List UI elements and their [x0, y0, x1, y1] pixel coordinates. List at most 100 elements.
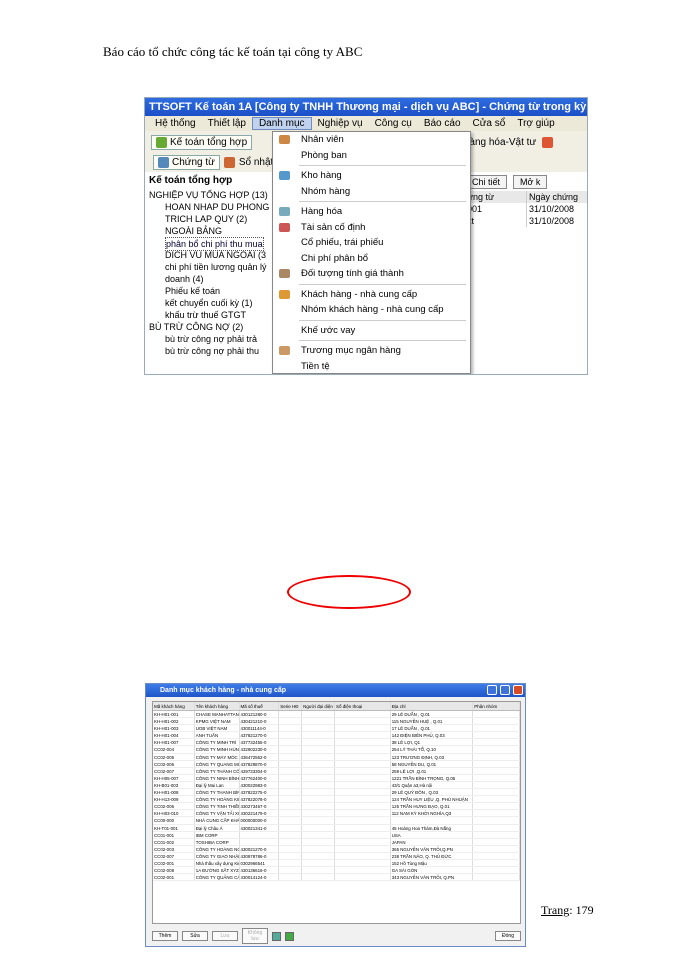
- table-row[interactable]: KH-H03-010 CÔNG TY VẬN TẢI XUY 430221479-0…: [153, 810, 520, 818]
- dropdown-menu-item[interactable]: Nhóm hàng: [273, 184, 470, 200]
- customer-window-title: Danh mục khách hàng - nhà cung cấp: [146, 684, 525, 697]
- table-cell: [335, 796, 391, 803]
- column-header[interactable]: Số điện thoại: [335, 702, 391, 710]
- save-button[interactable]: Lưu: [212, 931, 238, 941]
- close-icon[interactable]: [513, 685, 523, 695]
- table-row[interactable]: KH-H01-004 ANH TUẤN 437821270-0 142 ĐIỆN BI…: [153, 732, 520, 740]
- table-cell: [279, 753, 303, 760]
- table-cell: 437821270-0: [240, 732, 280, 739]
- table-row[interactable]: CC02-006CÔNG TY QUANG MINH437829870-0 58 …: [153, 760, 520, 768]
- table-cell: [473, 739, 520, 746]
- discard-button[interactable]: Không lưu: [242, 928, 268, 944]
- table-row[interactable]: KH-H01-002 KPMG VIỆT NAM 430421210-0 115 NG…: [153, 718, 520, 726]
- menu-item[interactable]: Công cụ: [369, 118, 418, 129]
- table-row[interactable]: CC02-008 1A ĐƯỜNG SẮT XYZ 430136616-0 GA SÀ…: [153, 867, 520, 875]
- menu-item[interactable]: Nghiệp vụ: [312, 118, 369, 129]
- menu-item[interactable]: Thiết lập: [202, 118, 252, 129]
- dropdown-menu-item[interactable]: Trương mục ngân hàng: [273, 343, 470, 359]
- table-row[interactable]: CC02-007 CÔNG TY GIAO NHẬN 430978786-0 238 …: [153, 852, 520, 860]
- table-cell: [473, 781, 520, 789]
- dropdown-menu-item[interactable]: Tiền tệ: [273, 359, 470, 375]
- table-row[interactable]: KH-H01-001 CHASE MANHATTAN 430121280-0 29 L…: [153, 711, 520, 719]
- menu-item-icon: [279, 207, 290, 216]
- table-cell: KH-H01-007: [153, 739, 195, 746]
- table-row[interactable]: KH-H01-007 CÔNG TY MINH TRÍ 437732455-0 38 …: [153, 739, 520, 747]
- dropdown-menu-item[interactable]: Đối tượng tính giá thành: [273, 266, 470, 282]
- column-header[interactable]: Người đại diện: [302, 702, 335, 710]
- table-cell: ANH TUẤN: [195, 732, 240, 739]
- column-header[interactable]: Địa chỉ: [391, 702, 474, 710]
- table-row[interactable]: KH-H13-009 CÔNG TY HOÀNG KIM 437822078-0 12…: [153, 796, 520, 804]
- table-cell: [473, 803, 520, 810]
- dropdown-menu-item-label: Chi phí phân bổ: [301, 252, 369, 264]
- column-header[interactable]: Tên khách hàng: [195, 702, 240, 710]
- edit-button[interactable]: Sửa: [182, 931, 208, 941]
- journal-icon: [223, 157, 235, 168]
- detail-button[interactable]: Chi tiết: [465, 175, 508, 189]
- table-cell: CC02-007: [153, 767, 195, 774]
- tree-node-label: Phiếu kế toán: [165, 286, 221, 296]
- table-cell: [335, 718, 391, 725]
- table-row[interactable]: KH-B01-003 Đại lý Mai Lan 430022983-0 43/1 …: [153, 781, 520, 790]
- table-row[interactable]: CC02-007CÔNG TY THÀNH CÔNG429733304-0 259…: [153, 767, 520, 775]
- dropdown-menu-item[interactable]: Phòng ban: [273, 148, 470, 164]
- dropdown-menu-item[interactable]: Khế ước vay: [273, 323, 470, 339]
- open-button[interactable]: Mở k: [513, 175, 548, 189]
- table-row[interactable]: CC02-004 CÔNG TY MINH HÙNG 432902230-0 254 …: [153, 746, 520, 754]
- dropdown-menu-item[interactable]: Khách hàng - nhà cung cấp: [273, 287, 470, 303]
- add-button[interactable]: Thêm: [152, 931, 178, 941]
- menu-item[interactable]: Cửa sổ: [467, 118, 512, 129]
- maximize-icon[interactable]: [500, 685, 510, 695]
- minimize-icon[interactable]: [487, 685, 497, 695]
- voucher-number: 001: [465, 203, 527, 215]
- table-cell: USA: [391, 831, 474, 838]
- table-row[interactable]: kt 31/10/2008: [465, 215, 587, 227]
- dropdown-menu-item[interactable]: Kho hàng: [273, 168, 470, 184]
- dropdown-menu-item[interactable]: Tài sản cố định: [273, 220, 470, 236]
- table-row[interactable]: KH-H05-007 CÔNG TY NINH BÌNH 437762400-0 12…: [153, 774, 520, 782]
- menu-item[interactable]: Báo cáo: [418, 118, 467, 129]
- dropdown-menu-item[interactable]: Đơn vị tính: [273, 374, 470, 375]
- filter-icon[interactable]: [272, 931, 281, 941]
- table-row[interactable]: CC01-001 IBM CORP USA: [153, 831, 520, 839]
- table-cell: CÔNG TY HOÀNG KIM: [195, 796, 240, 803]
- table-row[interactable]: KH-H01-003 UOB VIỆT NAM 430011144-0 17 LÊ D…: [153, 725, 520, 733]
- home-icon[interactable]: [542, 136, 554, 148]
- table-row[interactable]: CC02-001 Nhà thầu xây dựng Kir 0302966541 1…: [153, 859, 520, 868]
- table-cell: 430021341-0: [240, 824, 280, 831]
- close-button[interactable]: Đóng: [495, 931, 521, 941]
- column-header[interactable]: Mã khách hàng: [153, 702, 195, 710]
- dropdown-menu-item[interactable]: Nhân viên: [273, 132, 470, 148]
- dropdown-menu-item[interactable]: Chi phí phân bổ: [273, 251, 470, 267]
- menu-item[interactable]: Danh mục: [251, 117, 312, 130]
- table-cell: [279, 859, 303, 867]
- tab-vouchers[interactable]: Chứng từ: [153, 155, 220, 170]
- column-header[interactable]: Serie HĐ: [279, 702, 303, 710]
- menu-item[interactable]: Trợ giúp: [511, 118, 560, 129]
- menu-item-icon: [279, 289, 290, 299]
- dropdown-menu-item[interactable]: Hàng hóa: [273, 204, 470, 220]
- menu-item[interactable]: Hệ thống: [149, 118, 202, 129]
- table-cell: 29 LÊ QUÝ ĐÔN , Q.03: [391, 789, 474, 796]
- goods-label[interactable]: Hàng hóa-Vật tư: [462, 137, 536, 148]
- table-cell: [240, 831, 280, 838]
- table-row[interactable]: 001 31/10/2008: [465, 203, 587, 215]
- table-row[interactable]: CC00-000 NHÀ CUNG CẤP KHÁC 000000000-0: [153, 817, 520, 825]
- table-row[interactable]: CC01-002 TOSHIBA CORP JAPAN: [153, 838, 520, 846]
- tab-journal[interactable]: Sổ nhật: [239, 157, 273, 168]
- table-row[interactable]: KH-H01-008 CÔNG TY THANH BÌNH 437822275-0 2…: [153, 789, 520, 797]
- dropdown-menu-item[interactable]: Cổ phiếu, trái phiếu: [273, 235, 470, 251]
- general-accounting-button[interactable]: Kế toán tổng hợp: [151, 134, 253, 150]
- table-cell: [473, 867, 520, 874]
- voucher-icon: [158, 157, 169, 168]
- table-row[interactable]: KH-T01-001 Đại lý Châu Á 430021341-0 45 Hoà…: [153, 824, 520, 832]
- table-row[interactable]: CC02-001 CÔNG TY QUẢNG CÁO 430014124-0 343 …: [153, 874, 520, 882]
- refresh-icon[interactable]: [285, 931, 294, 941]
- column-header[interactable]: Mã số thuế: [240, 702, 280, 710]
- table-row[interactable]: CC02-005CÔNG TY MÁY MÓC TH436472562-0 123…: [153, 753, 520, 761]
- dropdown-menu-item[interactable]: Nhóm khách hàng - nhà cung cấp: [273, 302, 470, 318]
- table-row[interactable]: CC02-006 CÔNG TY TINH THIỀN 430273467-0 125…: [153, 803, 520, 811]
- column-header[interactable]: Phân nhóm: [473, 702, 520, 710]
- table-cell: 45 Hoàng Hoa Thám,Đà Nẵng: [391, 824, 474, 831]
- table-row[interactable]: CC02-003 CÔNG TY HOÀNG NGU 430021270-0 365 …: [153, 845, 520, 853]
